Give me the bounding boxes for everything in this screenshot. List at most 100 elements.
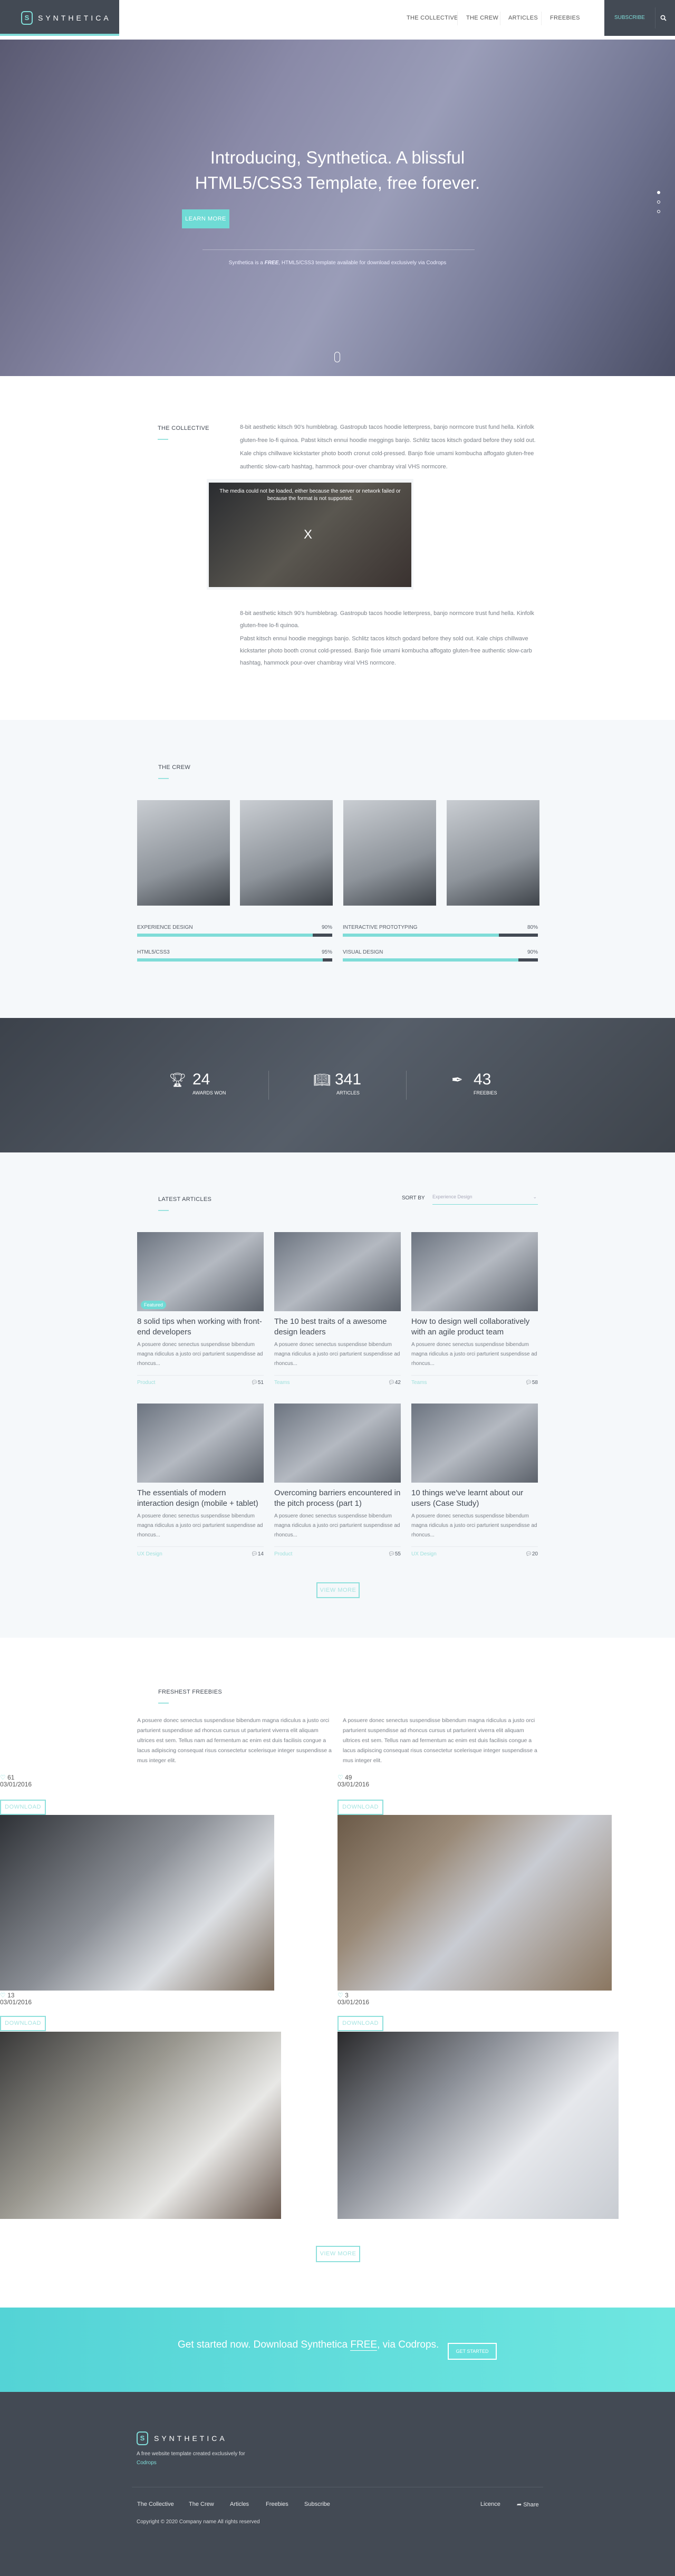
download-button[interactable]: DOWNLOAD bbox=[338, 1800, 383, 1815]
search-icon[interactable] bbox=[660, 15, 667, 21]
logo-icon: S bbox=[21, 11, 33, 25]
skill-label: EXPERIENCE DESIGN bbox=[137, 925, 193, 930]
heart-icon[interactable]: ♡ bbox=[0, 1992, 6, 1999]
freebie-image[interactable] bbox=[0, 1815, 274, 1991]
article-category[interactable]: Teams bbox=[274, 1380, 290, 1386]
nav-the-collective[interactable]: THE COLLECTIVE bbox=[407, 15, 458, 21]
learn-more-button[interactable]: LEARN MORE bbox=[182, 209, 229, 228]
slide-dot-active[interactable] bbox=[657, 191, 660, 194]
footer-link-licence[interactable]: Licence bbox=[480, 2501, 500, 2507]
subscribe-button[interactable]: SUBSCRIBE bbox=[614, 15, 645, 21]
sort-value: Experience Design bbox=[432, 1194, 472, 1199]
article-category[interactable]: Product bbox=[137, 1380, 155, 1386]
freebie-image[interactable] bbox=[338, 2032, 619, 2219]
article-category[interactable]: UX Design bbox=[411, 1551, 437, 1557]
article-title[interactable]: How to design well collaboratively with … bbox=[411, 1316, 538, 1338]
slide-dot[interactable] bbox=[657, 200, 660, 204]
heart-icon[interactable]: ♡ bbox=[0, 1774, 6, 1781]
download-button[interactable]: DOWNLOAD bbox=[0, 2016, 46, 2031]
article-image[interactable] bbox=[137, 1404, 264, 1483]
comment-count: 💬︎42 bbox=[380, 1380, 401, 1386]
video-error-message: The media could not be loaded, either be… bbox=[219, 488, 401, 502]
skill-label: INTERACTIVE PROTOTYPING bbox=[343, 925, 418, 930]
footer-link-subscribe[interactable]: Subscribe bbox=[304, 2501, 330, 2507]
stat-divider bbox=[406, 1071, 407, 1100]
view-more-articles-button[interactable]: VIEW MORE bbox=[316, 1582, 360, 1598]
pen-icon: ✒︎ bbox=[451, 1072, 463, 1088]
article-image[interactable] bbox=[274, 1404, 401, 1483]
comment-number: 14 bbox=[257, 1551, 264, 1557]
download-button[interactable]: DOWNLOAD bbox=[338, 2016, 383, 2031]
comment-number: 55 bbox=[394, 1551, 401, 1557]
footer-link-freebies[interactable]: Freebies bbox=[266, 2501, 288, 2507]
slide-dot[interactable] bbox=[657, 210, 660, 213]
freebie-image[interactable] bbox=[0, 2032, 281, 2219]
subscribe-box: SUBSCRIBE bbox=[604, 0, 675, 36]
footer-link-crew[interactable]: The Crew bbox=[189, 2501, 214, 2507]
crew-photo bbox=[137, 800, 230, 906]
scroll-mouse-icon[interactable] bbox=[334, 352, 340, 362]
sort-select[interactable]: Experience Design ⌄ bbox=[432, 1194, 538, 1205]
skill-label: HTML5/CSS3 bbox=[137, 949, 170, 955]
comment-count: 💬︎55 bbox=[380, 1551, 401, 1557]
article-title[interactable]: The 10 best traits of a awesome design l… bbox=[274, 1316, 401, 1338]
article-category[interactable]: Product bbox=[274, 1551, 292, 1557]
footer-link-articles[interactable]: Articles bbox=[230, 2501, 249, 2507]
nav-divider bbox=[541, 12, 542, 25]
article-title[interactable]: 8 solid tips when working with front-end… bbox=[137, 1316, 264, 1338]
article-title[interactable]: Overcoming barriers encountered in the p… bbox=[274, 1488, 401, 1509]
article-image[interactable] bbox=[411, 1404, 538, 1483]
article-image[interactable] bbox=[274, 1232, 401, 1311]
collective-paragraph: Pabst kitsch ennui hoodie meggings banjo… bbox=[240, 636, 532, 666]
download-button[interactable]: DOWNLOAD bbox=[0, 1800, 46, 1815]
nav-articles[interactable]: ARTICLES bbox=[508, 15, 538, 21]
likes-count: 13 bbox=[7, 1992, 15, 1999]
header-logo[interactable]: S SYNTHETICA bbox=[0, 0, 119, 36]
nav-divider bbox=[457, 12, 458, 25]
crew-section bbox=[0, 720, 675, 1018]
article-image[interactable] bbox=[137, 1232, 264, 1311]
hero: Introducing, Synthetica. A blissful HTML… bbox=[0, 40, 675, 376]
video-player[interactable]: The media could not be loaded, either be… bbox=[209, 483, 411, 587]
sort-label: SORT BY bbox=[402, 1195, 425, 1201]
stat-label: FREEBIES bbox=[474, 1090, 497, 1095]
article-title[interactable]: 10 things we've learnt about our users (… bbox=[411, 1488, 538, 1509]
skill-value: 95% bbox=[321, 949, 332, 955]
likes-count: 61 bbox=[7, 1774, 15, 1781]
codrops-link[interactable]: Codrops bbox=[137, 2460, 157, 2466]
hero-title: Introducing, Synthetica. A blissful HTML… bbox=[195, 148, 480, 193]
freebie-date: 03/01/2016 bbox=[0, 1998, 32, 2006]
article-category[interactable]: Teams bbox=[411, 1380, 427, 1386]
share-button[interactable]: ➦ Share bbox=[517, 2501, 539, 2508]
crew-photo bbox=[447, 800, 539, 906]
footer-link-collective[interactable]: The Collective bbox=[137, 2501, 174, 2507]
freebie-image[interactable] bbox=[338, 1815, 612, 1991]
comment-number: 58 bbox=[532, 1380, 538, 1386]
freebie-meta: ♡ 3 03/01/2016 bbox=[338, 1992, 369, 2006]
article-title[interactable]: The essentials of modern interaction des… bbox=[137, 1488, 264, 1509]
nav-the-crew[interactable]: THE CREW bbox=[466, 15, 498, 21]
article-category[interactable]: UX Design bbox=[137, 1551, 162, 1557]
nav-freebies[interactable]: FREEBIES bbox=[550, 15, 580, 21]
articles-section bbox=[0, 1152, 675, 1638]
skill-bar bbox=[137, 958, 332, 962]
freebie-meta: ♡ 61 03/01/2016 bbox=[0, 1774, 32, 1788]
card-divider bbox=[274, 1375, 401, 1376]
close-icon[interactable]: X bbox=[304, 527, 312, 542]
cta-text: Get started now. Download Synthetica FRE… bbox=[178, 2339, 439, 2351]
comment-icon: 💬︎ bbox=[525, 1551, 532, 1557]
collective-intro: 8-bit aesthetic kitsch 90's humblebrag. … bbox=[240, 424, 536, 470]
stat-number: 341 bbox=[335, 1071, 362, 1088]
article-excerpt: A posuere donec senectus suspendisse bib… bbox=[137, 1513, 263, 1538]
article-excerpt: A posuere donec senectus suspendisse bib… bbox=[137, 1342, 263, 1367]
card-divider bbox=[137, 1546, 264, 1547]
chevron-down-icon: ⌄ bbox=[533, 1194, 537, 1199]
heart-icon[interactable]: ♡ bbox=[338, 1774, 343, 1781]
get-started-button[interactable]: GET STARTED bbox=[448, 2343, 497, 2360]
footer-logo-text: SYNTHETICA bbox=[154, 2434, 227, 2443]
heart-icon[interactable]: ♡ bbox=[338, 1992, 343, 1999]
section-title-freebies: FRESHEST FREEBIES bbox=[158, 1689, 223, 1704]
section-title-collective: THE COLLECTIVE bbox=[158, 425, 209, 440]
view-more-freebies-button[interactable]: VIEW MORE bbox=[316, 2246, 360, 2262]
article-image[interactable] bbox=[411, 1232, 538, 1311]
